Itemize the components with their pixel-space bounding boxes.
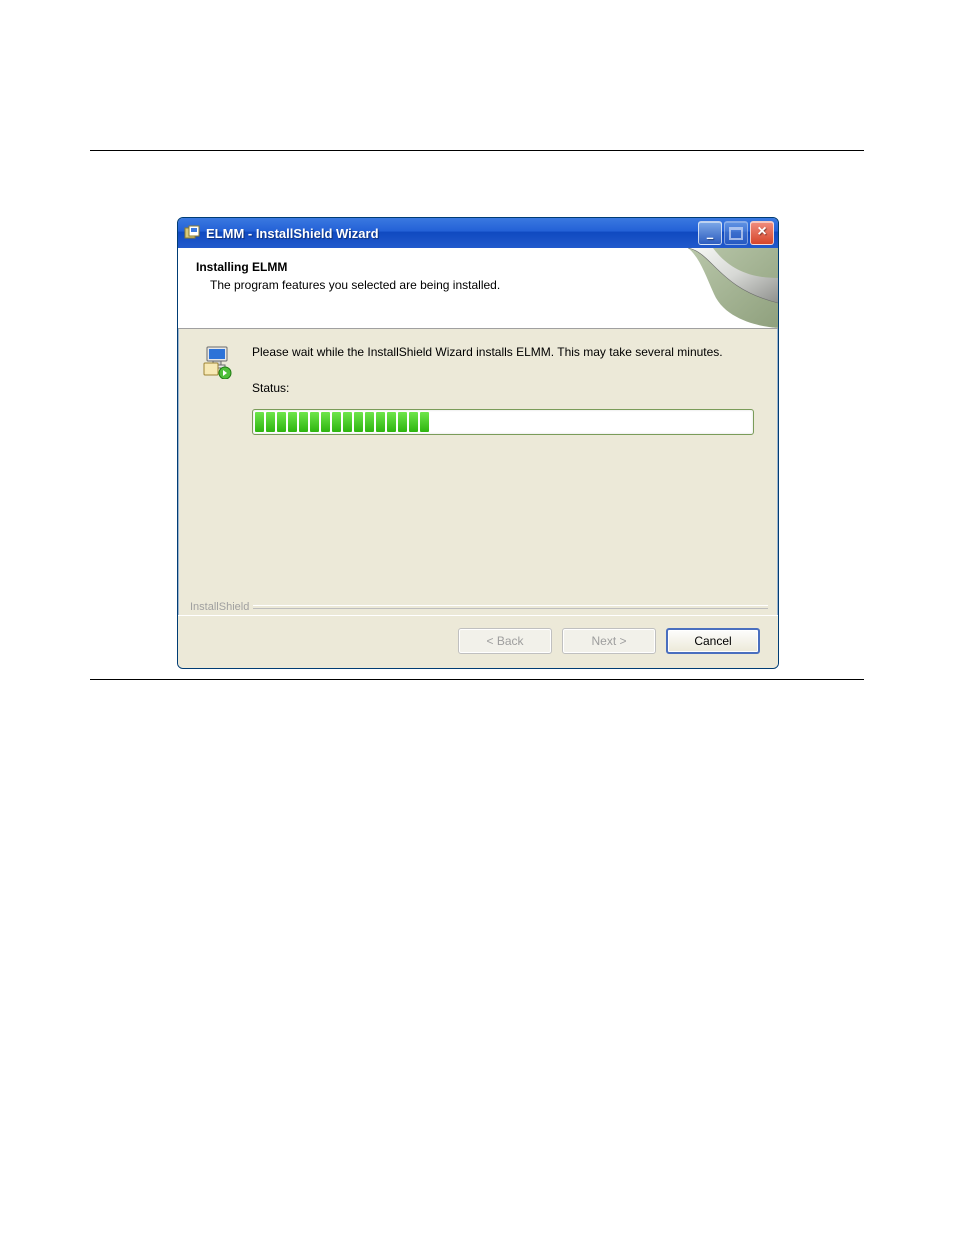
progress-chunk <box>288 412 297 432</box>
progress-chunk <box>266 412 275 432</box>
wizard-footer: < Back Next > Cancel <box>178 615 778 668</box>
back-button: < Back <box>458 628 552 654</box>
progress-chunk <box>343 412 352 432</box>
progress-chunk <box>398 412 407 432</box>
progress-chunk <box>420 412 429 432</box>
progress-bar <box>252 409 754 435</box>
progress-chunk <box>409 412 418 432</box>
wizard-body: Please wait while the InstallShield Wiza… <box>178 329 778 615</box>
progress-chunk <box>387 412 396 432</box>
next-button: Next > <box>562 628 656 654</box>
progress-chunk <box>332 412 341 432</box>
install-progress-icon <box>202 345 238 379</box>
installer-icon <box>184 225 200 241</box>
window-title: ELMM - InstallShield Wizard <box>206 226 698 241</box>
progress-chunk <box>277 412 286 432</box>
progress-chunk <box>299 412 308 432</box>
wizard-header: Installing ELMM The program features you… <box>178 248 778 329</box>
legend-rule <box>253 605 768 609</box>
page-curl-decoration <box>658 248 778 328</box>
page-rule-top <box>90 150 864 151</box>
cancel-button[interactable]: Cancel <box>666 628 760 654</box>
progress-chunk <box>365 412 374 432</box>
progress-chunk <box>321 412 330 432</box>
progress-chunk <box>354 412 363 432</box>
page-rule-bottom <box>90 679 864 680</box>
minimize-button[interactable] <box>698 221 722 245</box>
close-button[interactable] <box>750 221 774 245</box>
titlebar[interactable]: ELMM - InstallShield Wizard <box>178 218 778 248</box>
progress-chunk <box>310 412 319 432</box>
install-message: Please wait while the InstallShield Wiza… <box>252 345 754 361</box>
status-label: Status: <box>252 381 754 395</box>
installshield-brand: InstallShield <box>186 601 253 613</box>
progress-chunk <box>376 412 385 432</box>
progress-chunk <box>255 412 264 432</box>
maximize-button <box>724 221 748 245</box>
installer-dialog: ELMM - InstallShield Wizard Installing E… <box>177 217 779 669</box>
